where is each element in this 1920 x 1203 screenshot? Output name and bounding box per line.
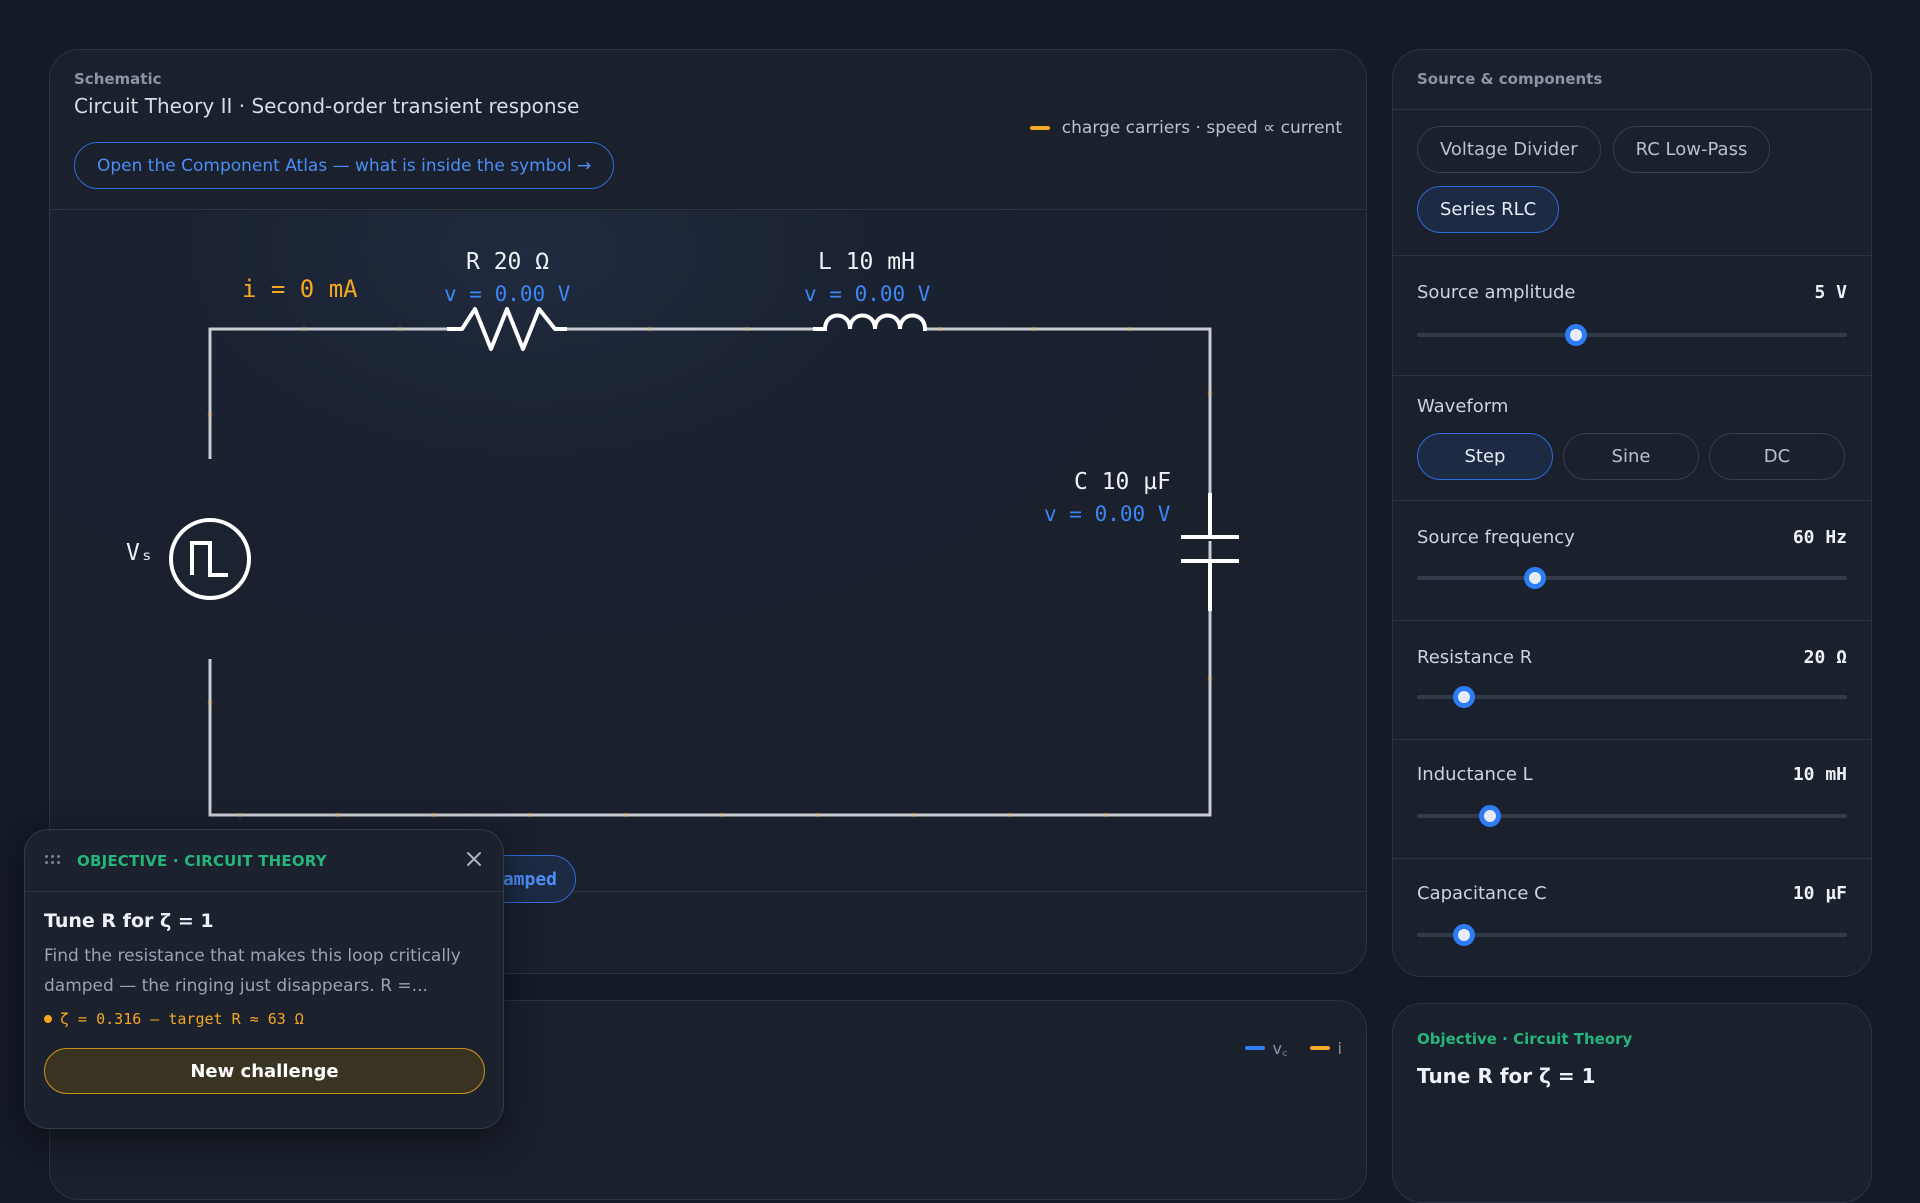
inductance-slider[interactable] — [1417, 805, 1847, 827]
objective-popup-description: Find the resistance that makes this loop… — [44, 946, 461, 996]
amplitude-slider-thumb[interactable] — [1565, 324, 1588, 346]
amplitude-control: Source amplitude 5 V — [1393, 256, 1871, 376]
capacitance-control: Capacitance C 10 µF — [1393, 859, 1871, 976]
voltage-source-symbol[interactable] — [169, 518, 251, 600]
controls-title: Source & components — [1417, 70, 1603, 88]
drag-handle-icon[interactable] — [45, 855, 61, 865]
schematic-header: Schematic Circuit Theory II · Second-ord… — [50, 50, 1366, 210]
resistance-control: Resistance R 20 Ω — [1393, 621, 1871, 740]
source-label: Vₛ — [126, 540, 154, 566]
waveform-control: Waveform Step Sine DC — [1393, 376, 1871, 501]
frequency-slider[interactable] — [1417, 567, 1847, 589]
objective-popup-header[interactable]: OBJECTIVE · CIRCUIT THEORY — [25, 830, 503, 892]
resistance-slider-thumb[interactable] — [1453, 686, 1476, 708]
objective-popup[interactable]: OBJECTIVE · CIRCUIT THEORY Tune R for ζ … — [24, 829, 504, 1129]
carrier-swatch — [1029, 126, 1050, 130]
charge-carriers — [207, 326, 1213, 818]
capacitance-label: Capacitance C — [1417, 883, 1547, 904]
legend-i-swatch — [1309, 1046, 1330, 1050]
capacitor-label: C 10 µF — [1074, 469, 1171, 495]
objective-popup-title: Tune R for ζ = 1 — [44, 910, 214, 932]
preset-row-1: Voltage Divider RC Low-Pass — [1417, 126, 1771, 173]
legend-vc-swatch — [1244, 1046, 1265, 1050]
capacitance-slider[interactable] — [1417, 924, 1847, 946]
controls-header: Source & components — [1393, 50, 1871, 110]
capacitance-value: 10 µF — [1792, 883, 1847, 904]
component-atlas-link[interactable]: Open the Component Atlas — what is insid… — [74, 142, 615, 189]
capacitance-slider-thumb[interactable] — [1453, 924, 1476, 946]
schematic-eyebrow: Schematic — [74, 70, 162, 88]
inductor-voltage: v = 0.00 V — [804, 282, 931, 306]
inductor-label: L 10 mH — [818, 249, 915, 275]
inductance-label: Inductance L — [1417, 764, 1533, 785]
objective-panel-eyebrow: Objective · Circuit Theory — [1417, 1030, 1633, 1048]
preset-voltage-divider[interactable]: Voltage Divider — [1417, 126, 1601, 173]
legend-vc-label: v꜀ — [1272, 1039, 1288, 1058]
frequency-value: 60 Hz — [1792, 527, 1847, 548]
preset-row-2: Series RLC — [1417, 186, 1560, 233]
waveform-label: Waveform — [1417, 396, 1509, 417]
preset-rc-low-pass[interactable]: RC Low-Pass — [1612, 126, 1771, 173]
resistor-voltage: v = 0.00 V — [444, 282, 571, 306]
page-title: Circuit Theory II · Second-order transie… — [74, 94, 580, 118]
controls-panel: Source & components Voltage Divider RC L… — [1392, 49, 1872, 977]
objective-status-text: ζ = 0.316 — target R ≈ 63 Ω — [60, 1010, 304, 1028]
resistance-label: Resistance R — [1417, 647, 1533, 668]
close-icon[interactable] — [465, 850, 483, 868]
resistance-slider[interactable] — [1417, 686, 1847, 708]
resistor-symbol[interactable] — [447, 307, 567, 351]
circuit-diagram — [169, 307, 1239, 818]
legend-vc: v꜀ — [1244, 1037, 1288, 1059]
waveform-options: Step Sine DC — [1417, 433, 1845, 480]
preset-series-rlc[interactable]: Series RLC — [1417, 186, 1560, 233]
objective-popup-eyebrow: OBJECTIVE · CIRCUIT THEORY — [77, 852, 327, 870]
amplitude-slider[interactable] — [1417, 324, 1847, 346]
inductance-control: Inductance L 10 mH — [1393, 740, 1871, 859]
capacitor-voltage: v = 0.00 V — [1044, 502, 1171, 526]
amplitude-value: 5 V — [1814, 282, 1847, 303]
inductance-value: 10 mH — [1792, 764, 1847, 785]
legend-i: i — [1309, 1038, 1342, 1058]
amplitude-label: Source amplitude — [1417, 282, 1576, 303]
schematic-canvas: i = 0 mA R 20 Ω v = 0.00 V L 10 mH v = 0… — [50, 211, 1366, 891]
inductance-slider-thumb[interactable] — [1479, 805, 1502, 827]
preset-section: Voltage Divider RC Low-Pass Series RLC — [1393, 110, 1871, 256]
frequency-control: Source frequency 60 Hz — [1393, 501, 1871, 621]
new-challenge-button[interactable]: New challenge — [44, 1048, 485, 1094]
inductor-symbol[interactable] — [813, 313, 927, 331]
waveform-dc-button[interactable]: DC — [1709, 433, 1845, 480]
resistor-label: R 20 Ω — [466, 249, 550, 275]
frequency-label: Source frequency — [1417, 527, 1575, 548]
waveform-sine-button[interactable]: Sine — [1563, 433, 1699, 480]
frequency-slider-thumb[interactable] — [1524, 567, 1547, 589]
objective-panel-title: Tune R for ζ = 1 — [1417, 1064, 1596, 1088]
legend-i-label: i — [1337, 1038, 1342, 1058]
objective-panel: Objective · Circuit Theory Tune R for ζ … — [1392, 1003, 1872, 1203]
carrier-legend-label: charge carriers · speed ∝ current — [1061, 118, 1342, 138]
waveform-step-button[interactable]: Step — [1417, 433, 1553, 480]
status-dot-icon — [44, 1015, 52, 1023]
carrier-legend: charge carriers · speed ∝ current — [1029, 118, 1342, 138]
plot-legend: v꜀ i — [1244, 1037, 1342, 1059]
wire-loop — [208, 327, 1212, 817]
current-readout: i = 0 mA — [242, 275, 358, 303]
objective-status: ζ = 0.316 — target R ≈ 63 Ω — [44, 1010, 304, 1028]
resistance-value: 20 Ω — [1803, 647, 1847, 668]
